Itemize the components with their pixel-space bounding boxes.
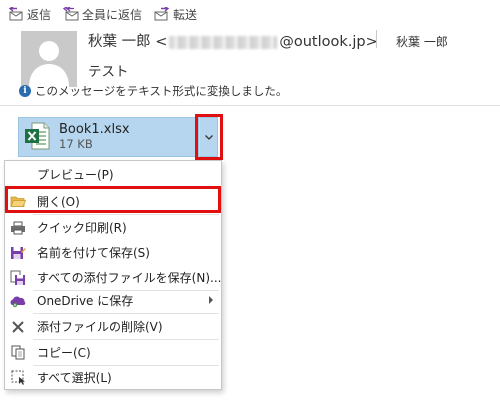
delete-x-icon: [5, 320, 31, 334]
reply-icon: [8, 7, 24, 21]
menu-item-label: プレビュー(P): [37, 168, 114, 182]
copy-icon: [5, 345, 31, 360]
reading-pane-toolbar: 返信 全員に返信 転送: [8, 4, 197, 24]
menu-item-remove-attachment[interactable]: 添付ファイルの削除(V): [5, 314, 221, 339]
redacted-email-local-part: [169, 35, 278, 49]
excel-icon: [24, 122, 50, 153]
sender-email-domain: @outlook.jp>: [279, 34, 378, 50]
menu-item-label: OneDrive に保存: [37, 294, 134, 308]
forward-label: 転送: [173, 7, 198, 22]
reply-all-button[interactable]: 全員に返信: [63, 6, 142, 23]
header-divider: [0, 105, 500, 106]
reply-all-label: 全員に返信: [82, 7, 143, 22]
onedrive-icon: [5, 294, 31, 308]
open-item-highlight-box: [5, 186, 221, 213]
select-all-icon: [5, 370, 31, 385]
header-separator: [376, 30, 377, 48]
menu-item-preview[interactable]: プレビュー(P): [5, 162, 221, 187]
printer-icon: [5, 221, 31, 235]
menu-item-save-as[interactable]: 名前を付けて保存(S): [5, 240, 221, 265]
submenu-arrow-icon: [209, 296, 213, 304]
sender-name: 秋葉 一郎 <: [88, 34, 168, 50]
save-as-icon: [5, 245, 31, 260]
attachment-file-size: 17 KB: [59, 137, 93, 151]
menu-item-label: コピー(C): [37, 346, 91, 360]
save-all-icon: [5, 270, 31, 286]
attachment-tile[interactable]: Book1.xlsx 17 KB: [18, 117, 199, 157]
info-bar[interactable]: i このメッセージをテキスト形式に変換しました。: [19, 83, 287, 99]
menu-item-label: すべての添付ファイルを保存(N)...: [37, 271, 222, 285]
menu-item-quick-print[interactable]: クイック印刷(R): [5, 215, 221, 240]
attachment-file-name: Book1.xlsx: [59, 122, 130, 137]
menu-item-label: クイック印刷(R): [37, 221, 127, 235]
reply-label: 返信: [27, 7, 52, 22]
info-text: このメッセージをテキスト形式に変換しました。: [35, 84, 288, 98]
menu-item-label: すべて選択(L): [37, 371, 112, 385]
menu-item-save-to-onedrive[interactable]: OneDrive に保存: [5, 288, 221, 313]
menu-item-label: 添付ファイルの削除(V): [37, 320, 163, 334]
dropdown-highlight-box: [195, 114, 223, 160]
menu-item-select-all[interactable]: すべて選択(L): [5, 365, 221, 390]
menu-item-label: 名前を付けて保存(S): [37, 246, 150, 260]
menu-item-copy[interactable]: コピー(C): [5, 340, 221, 365]
recipient-name[interactable]: 秋葉 一郎: [396, 33, 448, 50]
sender-avatar: [21, 31, 77, 87]
reply-button[interactable]: 返信: [8, 6, 51, 23]
forward-button[interactable]: 転送: [154, 6, 197, 23]
info-icon: i: [19, 85, 31, 97]
menu-item-save-all-attachments[interactable]: すべての添付ファイルを保存(N)...: [5, 265, 221, 290]
sender-line[interactable]: 秋葉 一郎 < @outlook.jp>: [88, 30, 378, 51]
forward-icon: [154, 7, 170, 21]
message-subject: テスト: [88, 64, 129, 80]
person-icon: [29, 41, 69, 87]
reply-all-icon: [63, 7, 79, 21]
